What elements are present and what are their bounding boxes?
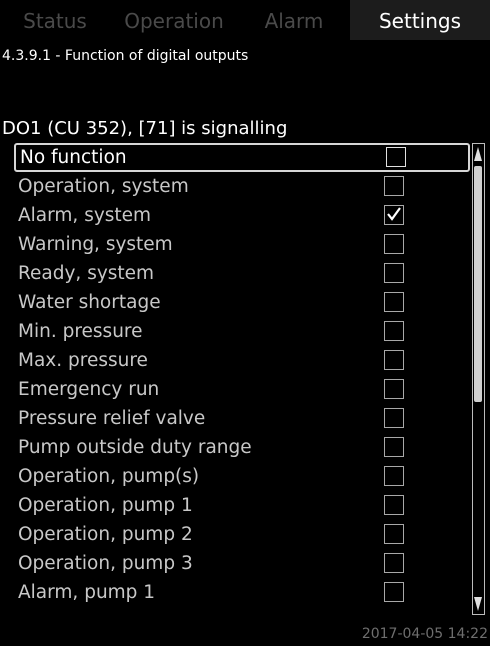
list-item-label: Max. pressure xyxy=(18,350,148,371)
tab-settings[interactable]: Settings xyxy=(350,0,490,40)
checkbox[interactable] xyxy=(384,524,404,544)
list-item[interactable]: Warning, system xyxy=(14,230,470,259)
list-item[interactable]: Pump outside duty range xyxy=(14,433,470,462)
tab-alarm[interactable]: Alarm xyxy=(238,0,350,40)
list-item-label: No function xyxy=(20,147,127,168)
checkbox[interactable] xyxy=(384,205,404,225)
breadcrumb: 4.3.9.1 - Function of digital outputs xyxy=(2,48,249,64)
list-item-label: Operation, pump(s) xyxy=(18,466,200,487)
checkbox[interactable] xyxy=(386,147,406,167)
scrollbar[interactable] xyxy=(472,143,485,615)
list-item[interactable]: Water shortage xyxy=(14,288,470,317)
tab-bar: Status Operation Alarm Settings xyxy=(0,0,490,40)
checkbox[interactable] xyxy=(384,263,404,283)
checkbox[interactable] xyxy=(384,437,404,457)
page-heading: DO1 (CU 352), [71] is signalling xyxy=(2,118,288,139)
list-item-label: Pressure relief valve xyxy=(18,408,206,429)
list-item[interactable]: Operation, pump 2 xyxy=(14,520,470,549)
checkbox[interactable] xyxy=(384,292,404,312)
list-item-label: Operation, pump 3 xyxy=(18,553,193,574)
list-item-label: Operation, pump 1 xyxy=(18,495,193,516)
list-item-label: Warning, system xyxy=(18,234,173,255)
list-item[interactable]: Min. pressure xyxy=(14,317,470,346)
list-item[interactable]: Alarm, system xyxy=(14,201,470,230)
function-list: No function Operation, system Alarm, syste… xyxy=(14,143,470,617)
list-item[interactable]: Max. pressure xyxy=(14,346,470,375)
list-item[interactable]: Operation, pump(s) xyxy=(14,462,470,491)
list-item[interactable]: Operation, system xyxy=(14,172,470,201)
tab-operation[interactable]: Operation xyxy=(110,0,238,40)
timestamp: 2017-04-05 14:22 xyxy=(361,626,488,642)
checkbox[interactable] xyxy=(384,466,404,486)
list-item-label: Water shortage xyxy=(18,292,161,313)
list-item-label: Emergency run xyxy=(18,379,160,400)
checkbox[interactable] xyxy=(384,350,404,370)
tab-status[interactable]: Status xyxy=(0,0,110,40)
list-item[interactable]: Operation, pump 3 xyxy=(14,549,470,578)
list-item-label: Pump outside duty range xyxy=(18,437,252,458)
checkbox[interactable] xyxy=(384,582,404,602)
list-item-label: Alarm, pump 1 xyxy=(18,582,156,603)
list-item-label: Ready, system xyxy=(18,263,155,284)
list-item-label: Operation, pump 2 xyxy=(18,524,193,545)
scroll-down-arrow-icon[interactable] xyxy=(473,596,483,612)
list-item[interactable]: Alarm, pump 1 xyxy=(14,578,470,607)
list-item[interactable]: Ready, system xyxy=(14,259,470,288)
checkbox[interactable] xyxy=(384,321,404,341)
checkbox[interactable] xyxy=(384,408,404,428)
scroll-up-arrow-icon[interactable] xyxy=(473,146,483,162)
list-item[interactable]: Operation, pump 1 xyxy=(14,491,470,520)
checkbox[interactable] xyxy=(384,234,404,254)
list-item[interactable]: Pressure relief valve xyxy=(14,404,470,433)
list-item[interactable]: No function xyxy=(14,143,470,172)
list-item[interactable]: Emergency run xyxy=(14,375,470,404)
list-item-label: Alarm, system xyxy=(18,205,152,226)
list-item-label: Operation, system xyxy=(18,176,189,197)
checkmark-icon xyxy=(387,207,401,221)
checkbox[interactable] xyxy=(384,176,404,196)
checkbox[interactable] xyxy=(384,379,404,399)
checkbox[interactable] xyxy=(384,495,404,515)
checkbox[interactable] xyxy=(384,553,404,573)
list-item-label: Min. pressure xyxy=(18,321,143,342)
scrollbar-thumb[interactable] xyxy=(474,166,482,402)
